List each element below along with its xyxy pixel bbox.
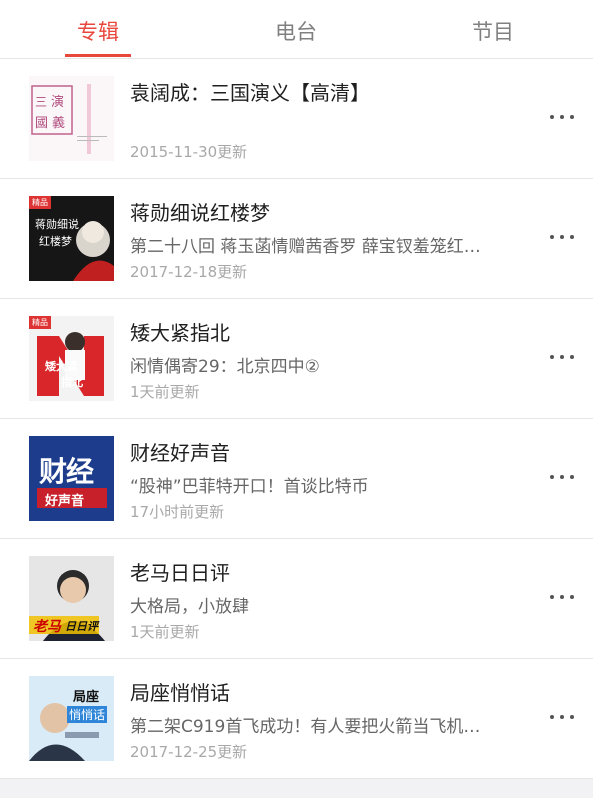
- cover-title-text: 红楼梦: [39, 235, 72, 248]
- cover-title-text: 好声音: [45, 494, 85, 509]
- album-title: 矮大紧指北: [130, 321, 230, 345]
- tab-bar: 专辑 电台 节目: [0, 0, 593, 59]
- more-options-icon[interactable]: [548, 469, 576, 485]
- tab-albums[interactable]: 专辑: [38, 16, 158, 46]
- more-options-icon[interactable]: [548, 589, 576, 605]
- more-options-icon[interactable]: [548, 349, 576, 365]
- list-item[interactable]: 三 演 國 義 袁阔成：三国演义【高清】 2015-11-30更新: [0, 59, 593, 179]
- cover-char: 國: [35, 116, 49, 131]
- cover-char: 三: [35, 95, 48, 109]
- cover-title-text: 老马: [33, 619, 61, 635]
- cover-title-text: 指北: [61, 376, 83, 389]
- list-bottom-spacer: [0, 780, 593, 798]
- album-cover-image: 精品 蒋勋细说 红楼梦: [29, 196, 114, 281]
- latest-episode: 闲情偶寄29：北京四中②: [130, 357, 320, 377]
- premium-badge: 精品: [29, 316, 51, 329]
- album-cover-image: 局座 悄悄话: [29, 676, 114, 761]
- more-options-icon[interactable]: [548, 229, 576, 245]
- album-update-date: 17小时前更新: [130, 503, 225, 521]
- album-update-date: 2015-11-30更新: [130, 143, 248, 161]
- latest-episode: 大格局，小放肆: [130, 597, 249, 617]
- latest-episode: “股神”巴菲特开口！首谈比特币: [130, 477, 369, 497]
- active-tab-indicator: [65, 54, 131, 57]
- tab-radio[interactable]: 电台: [236, 16, 356, 46]
- album-cover-image: 三 演 國 義: [29, 76, 114, 161]
- album-title: 蒋勋细说红楼梦: [130, 201, 270, 225]
- album-cover-image: 财经 好声音: [29, 436, 114, 521]
- cover-char: 義: [52, 116, 66, 131]
- album-cover-image: 老马 日日评: [29, 556, 114, 641]
- album-title: 局座悄悄话: [130, 681, 230, 705]
- more-options-icon[interactable]: [548, 709, 576, 725]
- latest-episode: 第二十八回 蒋玉菡情赠茜香罗 薛宝钗羞笼红…: [130, 237, 481, 257]
- album-title: 财经好声音: [130, 441, 230, 465]
- album-cover-image: 精品 矮大紧 指北: [29, 316, 114, 401]
- list-item[interactable]: 精品 矮大紧 指北 矮大紧指北 闲情偶寄29：北京四中② 1天前更新: [0, 299, 593, 419]
- cover-title-text: 悄悄话: [67, 706, 108, 723]
- cover-char: 演: [51, 95, 65, 110]
- cover-title-text: 日日评: [65, 620, 98, 633]
- premium-badge: 精品: [29, 196, 51, 209]
- cover-title-text: 财经: [39, 455, 94, 488]
- album-update-date: 2017-12-18更新: [130, 263, 248, 281]
- list-item[interactable]: 老马 日日评 老马日日评 大格局，小放肆 1天前更新: [0, 539, 593, 659]
- album-update-date: 1天前更新: [130, 383, 200, 401]
- album-title: 袁阔成：三国演义【高清】: [130, 81, 370, 105]
- latest-episode: 第二架C919首飞成功！有人要把火箭当飞机…: [130, 717, 481, 737]
- more-options-icon[interactable]: [548, 109, 576, 125]
- tab-programs[interactable]: 节目: [433, 16, 553, 46]
- album-update-date: 1天前更新: [130, 623, 200, 641]
- cover-title-text: 局座: [73, 690, 100, 705]
- list-item[interactable]: 财经 好声音 财经好声音 “股神”巴菲特开口！首谈比特币 17小时前更新: [0, 419, 593, 539]
- list-item[interactable]: 精品 蒋勋细说 红楼梦 蒋勋细说红楼梦 第二十八回 蒋玉菡情赠茜香罗 薛宝钗羞笼…: [0, 179, 593, 299]
- list-item[interactable]: 局座 悄悄话 局座悄悄话 第二架C919首飞成功！有人要把火箭当飞机… 2017…: [0, 659, 593, 779]
- cover-title-text: 蒋勋细说: [35, 218, 79, 231]
- album-title: 老马日日评: [130, 561, 230, 585]
- album-update-date: 2017-12-25更新: [130, 743, 248, 761]
- cover-title-text: 矮大紧: [45, 360, 78, 373]
